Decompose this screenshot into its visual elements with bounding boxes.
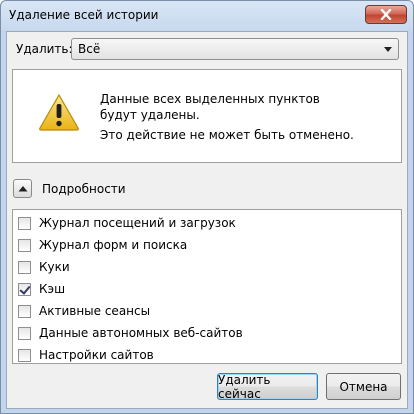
time-range-value: Всё — [78, 42, 101, 56]
checkbox[interactable] — [18, 304, 31, 318]
details-label[interactable]: Подробности — [42, 182, 126, 196]
window-title: Удаление всей истории — [9, 8, 159, 22]
item-label: Журнал форм и поиска — [39, 238, 188, 252]
warning-panel: Данные всех выделенных пунктов будут уда… — [12, 69, 402, 163]
item-form-history[interactable]: Журнал форм и поиска — [18, 237, 187, 253]
item-cookies[interactable]: Куки — [18, 259, 70, 275]
checkbox[interactable] — [18, 260, 31, 274]
item-browsing-history[interactable]: Журнал посещений и загрузок — [18, 215, 236, 231]
item-label: Журнал посещений и загрузок — [39, 216, 236, 230]
checkbox-checked[interactable] — [18, 282, 31, 296]
item-label: Активные сеансы — [39, 304, 151, 318]
checkbox[interactable] — [18, 238, 31, 252]
item-label: Настройки сайтов — [39, 348, 154, 362]
warning-icon — [39, 93, 79, 131]
warning-irreversible-note: Это действие не может быть отменено. — [100, 128, 354, 142]
checkbox[interactable] — [18, 326, 31, 340]
item-label: Кэш — [39, 282, 66, 296]
warning-message: Данные всех выделенных пунктов будут уда… — [100, 92, 320, 122]
items-list: Журнал посещений и загрузок Журнал форм … — [12, 209, 402, 364]
checkbox[interactable] — [18, 348, 31, 362]
dialog-content: Удалить: Всё Данные всех выделенных пунк… — [6, 31, 408, 409]
item-offline-website-data[interactable]: Данные автономных веб-сайтов — [18, 325, 243, 341]
chevron-down-icon — [384, 47, 392, 52]
item-cache[interactable]: Кэш — [18, 281, 65, 297]
checkbox[interactable] — [18, 216, 31, 230]
clear-now-button[interactable]: Удалить сейчас — [217, 373, 318, 401]
item-active-logins[interactable]: Активные сеансы — [18, 303, 150, 319]
time-range-label: Удалить: — [16, 42, 73, 56]
details-toggle-button[interactable] — [13, 179, 32, 198]
close-button[interactable] — [365, 5, 407, 24]
chevron-up-icon — [18, 186, 27, 192]
item-site-preferences[interactable]: Настройки сайтов — [18, 347, 154, 363]
title-bar[interactable]: Удаление всей истории — [1, 1, 413, 31]
dialog-window: Удаление всей истории Удалить: Всё Данны… — [0, 0, 414, 414]
item-label: Куки — [39, 260, 70, 274]
close-icon — [380, 9, 392, 20]
time-range-select[interactable]: Всё — [71, 38, 399, 60]
item-label: Данные автономных веб-сайтов — [39, 326, 243, 340]
cancel-button[interactable]: Отмена — [326, 373, 401, 400]
